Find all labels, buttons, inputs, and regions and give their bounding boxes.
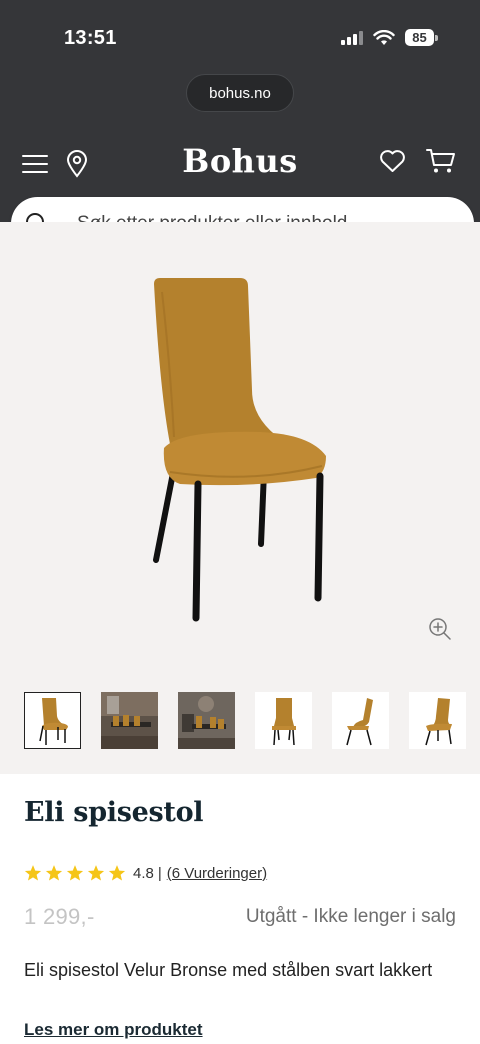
reviews-link[interactable]: (6 Vurderinger) bbox=[167, 865, 267, 882]
thumbnail-chair-side[interactable] bbox=[332, 692, 389, 749]
read-more-link[interactable]: Les mer om produktet bbox=[24, 1020, 203, 1040]
zoom-in-icon[interactable] bbox=[428, 617, 452, 641]
signal-icon bbox=[341, 30, 363, 45]
star-icon bbox=[108, 865, 126, 881]
thumbnail-chair-front[interactable] bbox=[24, 692, 81, 749]
status-time: 13:51 bbox=[64, 27, 117, 49]
url-bar[interactable]: bohus.no bbox=[186, 74, 294, 112]
rating-score: 4.8 bbox=[133, 864, 154, 882]
star-icon bbox=[87, 865, 105, 881]
rating-stars bbox=[24, 864, 126, 882]
thumbnail-room-scene-2[interactable] bbox=[178, 692, 235, 749]
product-description: Eli spisestol Velur Bronse med stålben s… bbox=[24, 960, 433, 980]
thumbnail-chair-front-2[interactable] bbox=[255, 692, 312, 749]
wifi-icon bbox=[373, 29, 395, 45]
browser-header: 13:51 85 bohus.no Bohus bbox=[0, 0, 480, 222]
star-icon bbox=[24, 865, 42, 881]
star-icon bbox=[66, 865, 84, 881]
thumbnail-chair-angle[interactable] bbox=[409, 692, 466, 749]
thumbnail-room-scene-1[interactable] bbox=[101, 692, 158, 749]
star-icon bbox=[45, 865, 63, 881]
battery-icon: 85 bbox=[405, 29, 438, 46]
availability-status: Utgått - Ikke lenger i salg bbox=[245, 906, 456, 927]
thumbnail-strip bbox=[24, 692, 466, 749]
nav-right bbox=[379, 148, 456, 174]
heart-icon[interactable] bbox=[379, 149, 406, 173]
product-title: Eli spisestol bbox=[24, 797, 204, 828]
product-price: 1 299,- bbox=[24, 904, 95, 929]
product-image[interactable] bbox=[140, 272, 340, 622]
rating-separator: | bbox=[157, 864, 162, 882]
cart-icon[interactable] bbox=[426, 148, 456, 174]
product-rating: 4.8 | (6 Vurderinger) bbox=[24, 864, 267, 882]
battery-level: 85 bbox=[405, 29, 434, 46]
status-icons: 85 bbox=[341, 29, 438, 46]
product-gallery bbox=[0, 222, 480, 774]
